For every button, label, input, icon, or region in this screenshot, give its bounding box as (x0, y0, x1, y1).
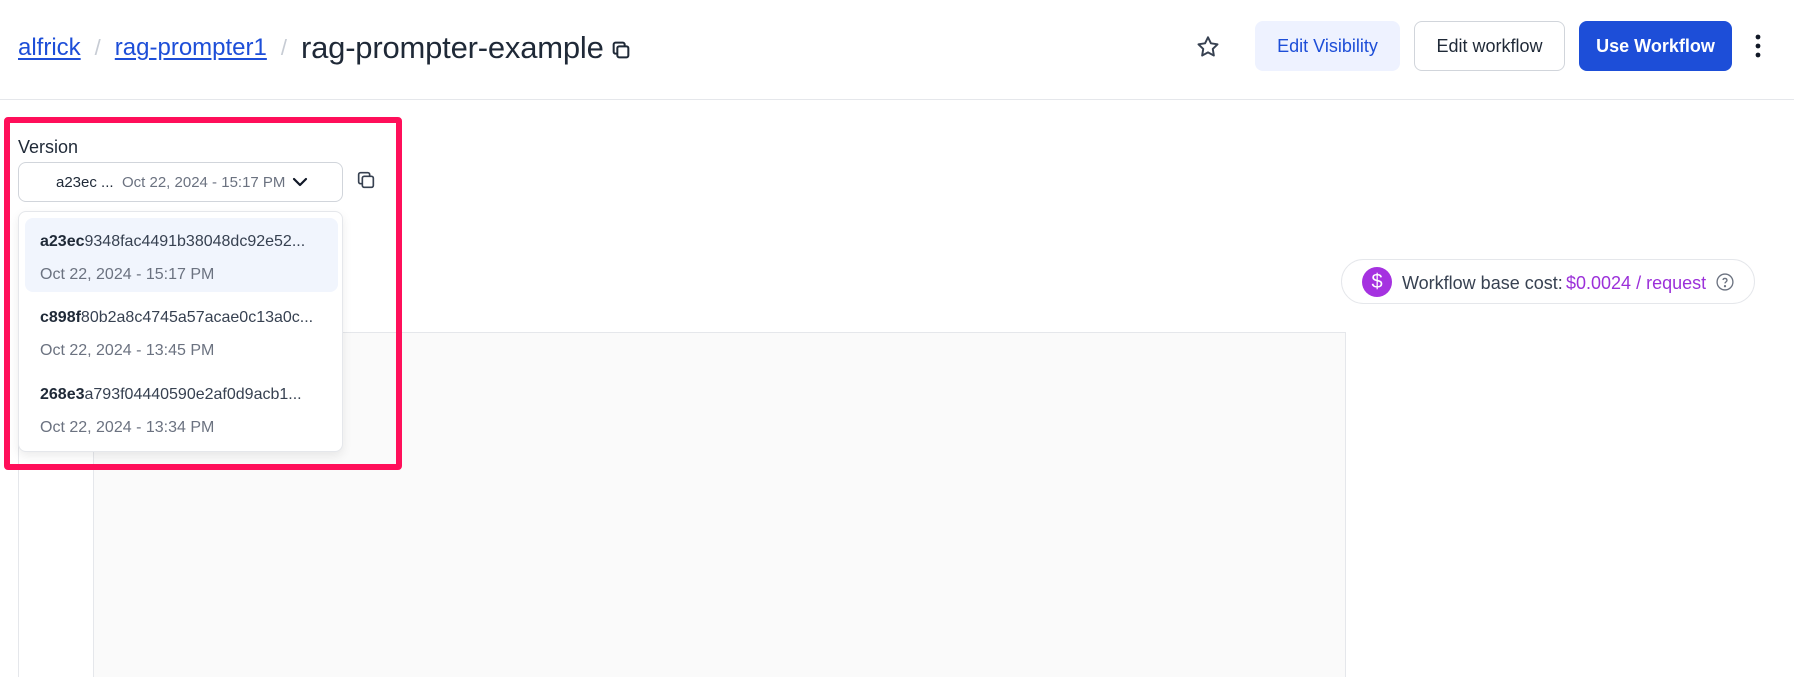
copy-icon[interactable] (610, 39, 632, 61)
version-option[interactable]: c898f80b2a8c4745a57acae0c13a0c... Oct 22… (25, 294, 338, 368)
selected-version-hash: a23ec ... (56, 173, 114, 191)
breadcrumb-app-link[interactable]: rag-prompter1 (115, 34, 267, 62)
version-label: Version (18, 137, 79, 157)
version-option-date: Oct 22, 2024 - 15:17 PM (40, 266, 215, 283)
star-icon[interactable] (1195, 34, 1221, 60)
more-options-icon[interactable] (1751, 30, 1765, 62)
version-option-hash: a23ec9348fac4491b38048dc92e52... (40, 233, 306, 250)
dollar-icon: $ (1362, 267, 1392, 297)
use-workflow-button[interactable]: Use Workflow (1579, 21, 1732, 71)
cost-value: $0.0024 / request (1566, 273, 1707, 293)
workflow-cost-badge: $ Workflow base cost: $0.0024 / request (1341, 259, 1755, 304)
version-option-date: Oct 22, 2024 - 13:45 PM (40, 342, 215, 359)
edit-workflow-button[interactable]: Edit workflow (1414, 21, 1565, 71)
version-option[interactable]: a23ec9348fac4491b38048dc92e52... Oct 22,… (25, 218, 338, 292)
selected-version-date: Oct 22, 2024 - 15:17 PM (122, 173, 286, 191)
page-title: rag-prompter-example (300, 30, 604, 65)
version-option[interactable]: 268e3a793f04440590e2af0d9acb1... Oct 22,… (25, 371, 338, 445)
chevron-down-icon (292, 177, 308, 187)
version-dropdown: a23ec9348fac4491b38048dc92e52... Oct 22,… (18, 211, 343, 452)
page-header: alfrick / rag-prompter1 / rag-prompter-e… (0, 0, 1794, 100)
edit-visibility-button[interactable]: Edit Visibility (1255, 21, 1400, 71)
breadcrumb: alfrick / rag-prompter1 / rag-prompter-e… (18, 30, 632, 66)
help-icon[interactable] (1715, 272, 1735, 292)
version-select[interactable]: a23ec ... Oct 22, 2024 - 15:17 PM (18, 162, 343, 202)
version-option-hash: 268e3a793f04440590e2af0d9acb1... (40, 386, 302, 403)
cost-label: Workflow base cost: (1402, 273, 1563, 293)
version-option-hash: c898f80b2a8c4745a57acae0c13a0c... (40, 309, 314, 326)
breadcrumb-user-link[interactable]: alfrick (18, 34, 81, 62)
version-option-date: Oct 22, 2024 - 13:34 PM (40, 419, 215, 436)
breadcrumb-separator: / (94, 35, 101, 60)
copy-version-icon[interactable] (355, 169, 377, 191)
side-panel (1346, 332, 1772, 677)
breadcrumb-separator: / (280, 35, 287, 60)
